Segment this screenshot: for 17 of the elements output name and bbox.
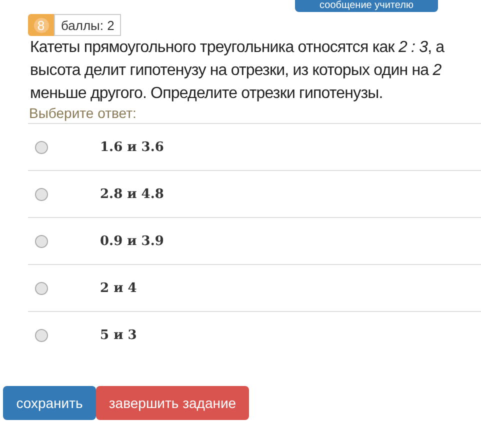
answer-option[interactable]: 2 и 4 <box>100 280 137 296</box>
answer-option[interactable]: 1.6 и 3.6 <box>100 140 164 154</box>
radio-button[interactable] <box>35 328 48 342</box>
finish-task-button[interactable]: завершить задание <box>96 386 249 420</box>
message-teacher-button[interactable]: сообщение учителю <box>295 0 438 12</box>
question-text: Катеты прямоугольного треугольника относятся как 2 : 3, а высота делит гипотенузу на отрезки, из которых один на 2 меньше другого. Определите отрезки гипотенузы. <box>30 38 446 104</box>
answer-prompt: Выберите ответ: <box>29 105 138 121</box>
answer-option[interactable]: 5 и 3 <box>100 328 137 342</box>
points-label: баллы: 2 <box>54 14 122 36</box>
answer-option[interactable]: 0.9 и 3.9 <box>100 234 164 248</box>
task-number-badge: 8 <box>28 14 54 36</box>
save-button[interactable]: сохранить <box>3 386 96 420</box>
radio-button[interactable] <box>35 188 48 200</box>
answer-option[interactable]: 2.8 и 4.8 <box>100 186 164 202</box>
radio-button[interactable] <box>35 234 48 248</box>
radio-button[interactable] <box>35 140 48 154</box>
radio-button[interactable] <box>35 282 48 294</box>
